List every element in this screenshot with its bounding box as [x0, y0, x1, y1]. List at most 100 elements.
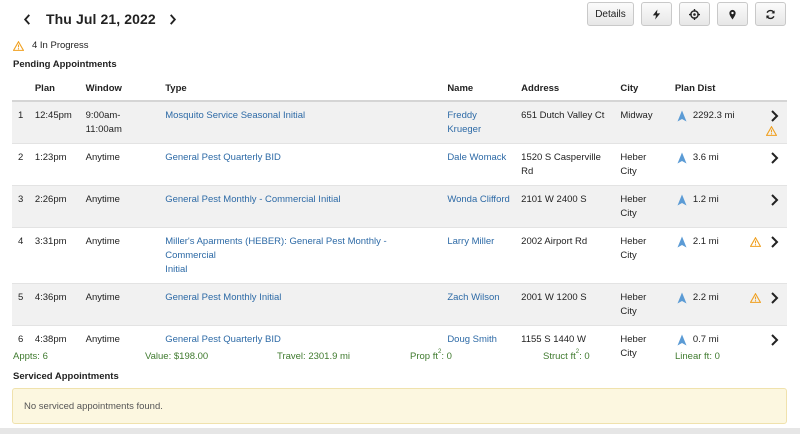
map-button[interactable] — [717, 2, 748, 26]
navigation-arrow-icon — [677, 236, 687, 248]
row-name-link[interactable]: Doug Smith — [447, 334, 497, 345]
chevron-right-icon[interactable] — [770, 110, 779, 122]
row-number: 5 — [12, 283, 31, 326]
refresh-icon — [766, 9, 775, 19]
row-number: 2 — [12, 143, 31, 186]
row-name-link[interactable]: Freddy Krueger — [447, 110, 481, 135]
row-actions — [738, 185, 787, 228]
col-header-city: City — [616, 76, 671, 102]
row-distance: 2.1 mi — [692, 236, 719, 247]
row-number: 4 — [12, 227, 31, 284]
row-address: 651 Dutch Valley Ct — [517, 100, 617, 144]
row-address: 1520 S Casperville Rd — [517, 143, 617, 186]
col-header-name: Name — [443, 76, 518, 102]
col-header-plan: Plan — [30, 76, 82, 102]
col-header-actions — [738, 76, 787, 102]
total-prop-ft: Prop ft2: 0 — [410, 349, 452, 362]
in-progress-count: 4 In Progress — [32, 40, 89, 51]
row-number: 3 — [12, 185, 31, 228]
pending-appointments-table: Plan Window Type Name Address City Plan … — [12, 76, 787, 367]
row-plan-time: 12:45pm — [30, 100, 82, 144]
date-navigation: Thu Jul 21, 2022 — [20, 8, 180, 30]
refresh-button[interactable] — [755, 2, 786, 26]
row-type-link[interactable]: Miller's Aparments (HEBER): General Pest… — [165, 236, 386, 275]
chevron-right-icon — [169, 13, 176, 25]
pending-appointments-title: Pending Appointments — [13, 59, 117, 70]
row-actions — [738, 283, 787, 326]
row-type-link[interactable]: General Pest Monthly - Commercial Initia… — [165, 194, 340, 205]
row-distance: 2292.3 mi — [692, 110, 735, 121]
chevron-right-icon[interactable] — [770, 236, 779, 248]
chevron-right-icon[interactable] — [770, 152, 779, 164]
chevron-left-icon — [23, 13, 30, 25]
row-plan-dist: 2292.3 mi — [670, 100, 739, 144]
total-value: Value: $198.00 — [145, 351, 209, 362]
row-actions — [738, 143, 787, 186]
serviced-appointments-title: Serviced Appointments — [13, 371, 119, 382]
navigation-arrow-icon — [677, 292, 687, 304]
locate-button[interactable] — [679, 2, 710, 26]
row-city: Heber City — [616, 283, 671, 326]
details-button[interactable]: Details — [587, 2, 634, 26]
warning-icon — [13, 40, 24, 51]
row-city: Heber City — [616, 185, 671, 228]
row-plan-dist: 3.6 mi — [670, 143, 739, 186]
row-window: Anytime — [81, 283, 162, 326]
chevron-right-icon[interactable] — [770, 334, 779, 346]
row-address: 2002 Airport Rd — [517, 227, 617, 284]
row-actions — [738, 100, 787, 144]
current-date: Thu Jul 21, 2022 — [46, 11, 156, 27]
toolbar: Details — [587, 2, 786, 26]
row-name-link[interactable]: Larry Miller — [447, 236, 494, 247]
row-name-link[interactable]: Zach Wilson — [447, 292, 499, 303]
row-plan-time: 2:26pm — [30, 185, 82, 228]
chevron-right-icon[interactable] — [770, 194, 779, 206]
chevron-right-icon[interactable] — [770, 292, 779, 304]
table-row[interactable]: 3 2:26pm Anytime General Pest Monthly - … — [12, 185, 787, 228]
navigation-arrow-icon — [677, 334, 687, 346]
row-window: Anytime — [81, 227, 162, 284]
row-actions — [738, 227, 787, 284]
row-city: Heber City — [616, 227, 671, 284]
row-type-link[interactable]: General Pest Monthly Initial — [165, 292, 281, 303]
row-plan-dist: 2.2 mi — [670, 283, 739, 326]
totals-bar: Appts: 6 Value: $198.00 Travel: 2301.9 m… — [13, 349, 788, 365]
row-type-link[interactable]: General Pest Quarterly BID — [165, 334, 281, 345]
total-appts: Appts: 6 — [13, 351, 48, 362]
warning-icon — [766, 126, 777, 136]
row-window: Anytime — [81, 143, 162, 186]
table-row[interactable]: 1 12:45pm 9:00am- 11:00am Mosquito Servic… — [12, 100, 787, 144]
row-name-link[interactable]: Wonda Clifford — [447, 194, 510, 205]
row-name-link[interactable]: Dale Womack — [447, 152, 506, 163]
table-header-row: Plan Window Type Name Address City Plan … — [12, 76, 787, 102]
row-number: 1 — [12, 100, 31, 144]
row-plan-time: 1:23pm — [30, 143, 82, 186]
row-city: Heber City — [616, 143, 671, 186]
lightning-icon — [652, 8, 661, 20]
next-day-button[interactable] — [166, 8, 180, 30]
serviced-empty-text: No serviced appointments found. — [24, 400, 163, 412]
row-plan-dist: 1.2 mi — [670, 185, 739, 228]
row-distance: 3.6 mi — [692, 152, 719, 163]
in-progress-status: 4 In Progress — [13, 40, 89, 51]
table-row[interactable]: 2 1:23pm Anytime General Pest Quarterly … — [12, 143, 787, 186]
navigation-arrow-icon — [677, 194, 687, 206]
navigation-arrow-icon — [677, 152, 687, 164]
col-header-type: Type — [161, 76, 444, 102]
total-struct-ft: Struct ft2: 0 — [543, 349, 590, 362]
table-row[interactable]: 4 3:31pm Anytime Miller's Aparments (HEB… — [12, 227, 787, 284]
row-distance: 0.7 mi — [692, 334, 719, 345]
warning-icon — [750, 293, 761, 303]
optimize-button[interactable] — [641, 2, 672, 26]
total-linear-ft: Linear ft: 0 — [675, 351, 720, 362]
row-type-link[interactable]: Mosquito Service Seasonal Initial — [165, 110, 305, 121]
row-address: 2001 W 1200 S — [517, 283, 617, 326]
row-plan-time: 3:31pm — [30, 227, 82, 284]
total-travel: Travel: 2301.9 mi — [277, 351, 351, 362]
map-pin-icon — [729, 9, 736, 20]
prev-day-button[interactable] — [20, 8, 34, 30]
row-type-link[interactable]: General Pest Quarterly BID — [165, 152, 281, 163]
navigation-arrow-icon — [677, 110, 687, 122]
crosshair-icon — [689, 8, 700, 20]
table-row[interactable]: 5 4:36pm Anytime General Pest Monthly In… — [12, 283, 787, 326]
